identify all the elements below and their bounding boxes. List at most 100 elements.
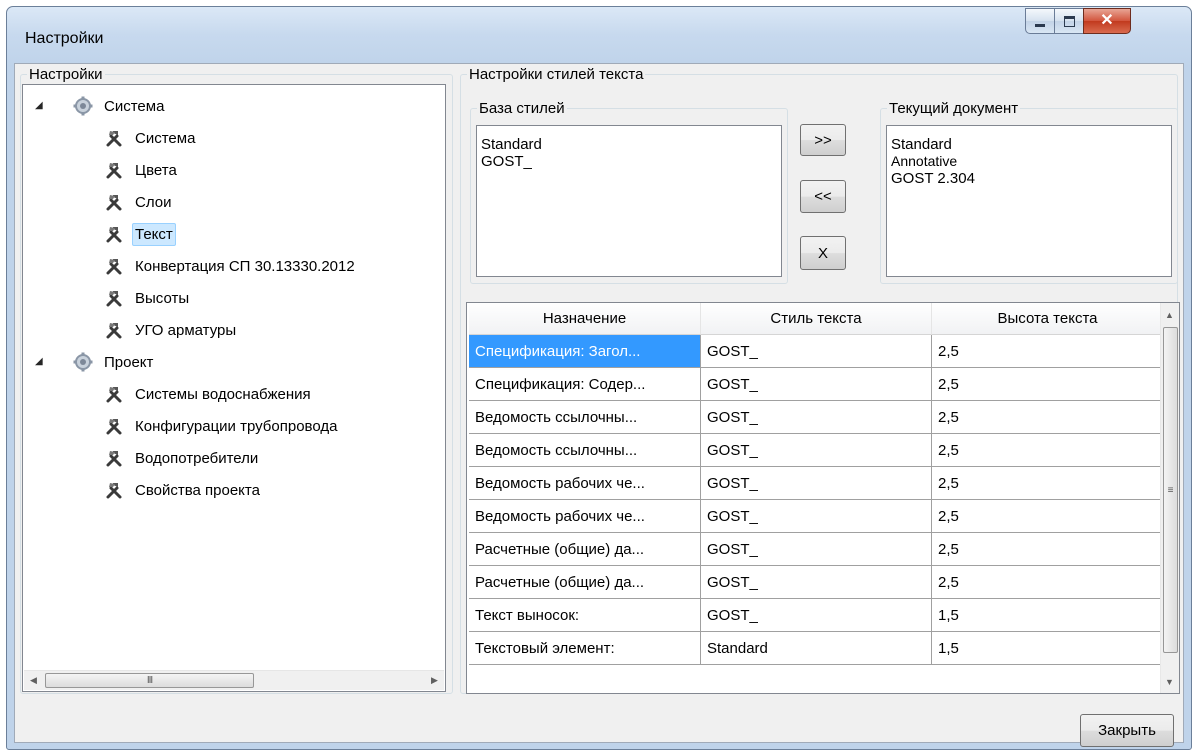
tree-item[interactable]: Слои: [104, 189, 174, 215]
expander-triangle-icon[interactable]: ◢: [35, 357, 45, 367]
tree-item[interactable]: Высоты: [104, 285, 192, 311]
table-row[interactable]: Ведомость ссылочны... GOST_ 2,5: [469, 401, 1164, 434]
scroll-up-arrow[interactable]: ▲: [1161, 305, 1178, 324]
tree-item[interactable]: Системы водоснабжения: [104, 381, 314, 407]
tree-item[interactable]: Свойства проекта: [104, 477, 263, 503]
tree-item[interactable]: Цвета: [104, 157, 180, 183]
table-cell[interactable]: 2,5: [932, 533, 1164, 566]
scroll-thumb[interactable]: ≡: [1163, 327, 1178, 653]
scroll-left-arrow[interactable]: ◀: [25, 671, 42, 690]
minimize-button[interactable]: [1025, 8, 1055, 34]
window-title: Настройки: [25, 30, 104, 47]
tools-icon: [104, 384, 124, 404]
tree-item[interactable]: Система: [104, 125, 198, 151]
table-row[interactable]: Спецификация: Содер... GOST_ 2,5: [469, 368, 1164, 401]
table-cell[interactable]: Текст выносок:: [469, 599, 701, 632]
table-row[interactable]: Ведомость рабочих че... GOST_ 2,5: [469, 467, 1164, 500]
table-cell[interactable]: Ведомость ссылочны...: [469, 401, 701, 434]
maximize-button[interactable]: [1054, 8, 1084, 34]
table-cell[interactable]: GOST_: [701, 368, 932, 401]
tree-horizontal-scrollbar[interactable]: ◀ III ▶: [24, 670, 444, 690]
text-styles-grid[interactable]: Назначение Стиль текста Высота текста Сп…: [466, 302, 1180, 694]
scroll-right-arrow[interactable]: ▶: [426, 671, 443, 690]
scroll-thumb[interactable]: III: [45, 673, 254, 688]
list-item[interactable]: Standard: [477, 136, 781, 153]
column-header[interactable]: Назначение: [469, 303, 701, 335]
current-document-label: Текущий документ: [887, 100, 1021, 117]
current-document-list[interactable]: Standard Annotative GOST 2.304: [886, 125, 1172, 277]
styles-base-list[interactable]: Standard GOST_: [476, 125, 782, 277]
tree-item-label: Цвета: [135, 161, 177, 179]
table-cell[interactable]: GOST_: [701, 500, 932, 533]
grid-vertical-scrollbar[interactable]: ▲ ≡ ▼: [1160, 303, 1179, 693]
tree-item[interactable]: Конвертация СП 30.13330.2012: [104, 253, 358, 279]
table-cell[interactable]: 1,5: [932, 599, 1164, 632]
table-row[interactable]: Ведомость ссылочны... GOST_ 2,5: [469, 434, 1164, 467]
table-cell[interactable]: GOST_: [701, 533, 932, 566]
tree-item[interactable]: Конфигурации трубопровода: [104, 413, 340, 439]
tools-icon: [104, 288, 124, 308]
column-header[interactable]: Стиль текста: [701, 303, 932, 335]
scroll-down-arrow[interactable]: ▼: [1161, 672, 1178, 691]
table-cell[interactable]: Ведомость рабочих че...: [469, 500, 701, 533]
table-row[interactable]: Расчетные (общие) да... GOST_ 2,5: [469, 566, 1164, 599]
list-item[interactable]: GOST_: [477, 153, 781, 170]
add-style-button[interactable]: >>: [800, 124, 846, 156]
tree-item[interactable]: Текст: [104, 221, 176, 247]
close-window-button[interactable]: ✕: [1083, 8, 1131, 34]
table-cell[interactable]: Текстовый элемент:: [469, 632, 701, 665]
table-cell[interactable]: GOST_: [701, 401, 932, 434]
table-cell[interactable]: Расчетные (общие) да...: [469, 533, 701, 566]
settings-window: Настройки ✕ Настройки ◢ Система Система Цве…: [6, 6, 1192, 750]
gear-icon: [73, 96, 93, 116]
tree-item-label: Система: [104, 97, 165, 115]
tree-item-label: Слои: [135, 193, 172, 211]
table-cell[interactable]: GOST_: [701, 335, 932, 368]
tools-icon: [104, 480, 124, 500]
tree-item[interactable]: Водопотребители: [104, 445, 261, 471]
table-cell[interactable]: Расчетные (общие) да...: [469, 566, 701, 599]
list-item[interactable]: Annotative: [887, 153, 1171, 170]
tree-item-label: Свойства проекта: [135, 481, 260, 499]
table-cell[interactable]: 2,5: [932, 500, 1164, 533]
title-bar[interactable]: Настройки ✕: [7, 7, 1191, 63]
table-cell[interactable]: 2,5: [932, 434, 1164, 467]
column-header[interactable]: Высота текста: [932, 303, 1164, 335]
table-cell[interactable]: 1,5: [932, 632, 1164, 665]
close-button[interactable]: Закрыть: [1080, 714, 1174, 747]
table-cell[interactable]: 2,5: [932, 368, 1164, 401]
table-cell[interactable]: 2,5: [932, 467, 1164, 500]
tree-node[interactable]: ◢ Проект: [35, 349, 156, 375]
table-cell[interactable]: Спецификация: Содер...: [469, 368, 701, 401]
tree-item-label: Проект: [104, 353, 154, 371]
table-cell[interactable]: GOST_: [701, 434, 932, 467]
table-cell[interactable]: 2,5: [932, 335, 1164, 368]
tree-item[interactable]: УГО арматуры: [104, 317, 239, 343]
tree-node[interactable]: ◢ Система: [35, 93, 167, 119]
tree-item-label: УГО арматуры: [135, 321, 237, 339]
table-row[interactable]: Текстовый элемент: Standard 1,5: [469, 632, 1164, 665]
tools-icon: [104, 320, 124, 340]
table-cell[interactable]: GOST_: [701, 467, 932, 500]
remove-style-button[interactable]: <<: [800, 180, 846, 213]
table-row[interactable]: Спецификация: Загол... GOST_ 2,5: [469, 335, 1164, 368]
table-cell[interactable]: 2,5: [932, 401, 1164, 434]
table-cell[interactable]: GOST_: [701, 599, 932, 632]
table-cell[interactable]: GOST_: [701, 566, 932, 599]
list-item[interactable]: GOST 2.304: [887, 170, 1171, 187]
scroll-grip: ≡: [1167, 484, 1174, 496]
table-cell[interactable]: Standard: [701, 632, 932, 665]
expander-triangle-icon[interactable]: ◢: [35, 101, 45, 111]
table-cell[interactable]: Ведомость рабочих че...: [469, 467, 701, 500]
table-cell[interactable]: Ведомость ссылочны...: [469, 434, 701, 467]
table-row[interactable]: Текст выносок: GOST_ 1,5: [469, 599, 1164, 632]
table-cell[interactable]: Спецификация: Загол...: [469, 335, 701, 368]
table-row[interactable]: Расчетные (общие) да... GOST_ 2,5: [469, 533, 1164, 566]
tree-item-label: Системы водоснабжения: [135, 385, 311, 403]
delete-style-button[interactable]: X: [800, 236, 846, 270]
table-row[interactable]: Ведомость рабочих че... GOST_ 2,5: [469, 500, 1164, 533]
settings-tree[interactable]: ◢ Система Система Цвета Слои Текст Конвертация…: [22, 84, 446, 692]
table-cell[interactable]: 2,5: [932, 566, 1164, 599]
settings-group-label: Настройки: [27, 66, 105, 83]
list-item[interactable]: Standard: [887, 136, 1171, 153]
